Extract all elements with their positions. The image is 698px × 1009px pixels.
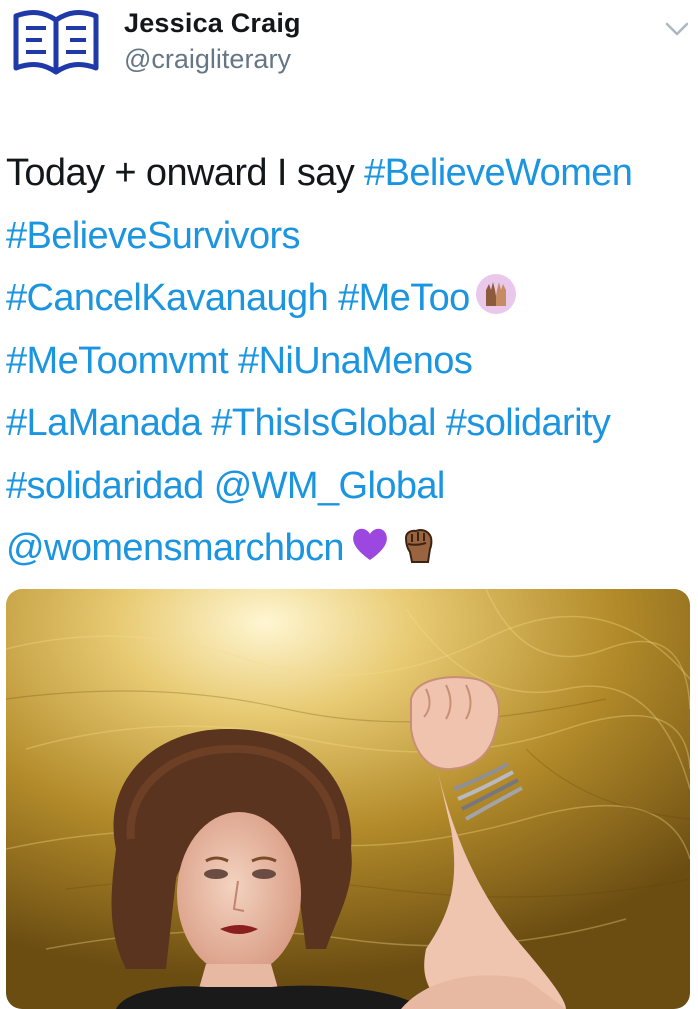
tweet-text-segment: [328, 277, 338, 319]
tweet-menu-button[interactable]: [664, 18, 690, 40]
tweet-text-segment: [436, 402, 446, 444]
open-book-icon: [13, 10, 99, 75]
tweet-line: Today + onward I say #BelieveWomen: [6, 142, 696, 205]
raised-fist-icon: [404, 529, 433, 563]
display-name[interactable]: Jessica Craig: [124, 8, 301, 39]
mention-link[interactable]: @womensmarchbcn: [6, 527, 345, 569]
hashtag-link[interactable]: #MeToomvmt: [6, 340, 229, 382]
tweet-photo[interactable]: [6, 589, 690, 1009]
avatar[interactable]: [10, 6, 102, 78]
tweet-line: #LaManada #ThisIsGlobal #solidarity: [6, 392, 696, 455]
tweet-text-segment: [204, 465, 214, 507]
hashtag-link[interactable]: #BelieveSurvivors: [6, 215, 301, 257]
hashtag-link[interactable]: #solidarity: [446, 402, 611, 444]
hashtag-link[interactable]: #NiUnaMenos: [238, 340, 473, 382]
hashtag-link[interactable]: #LaManada: [6, 402, 202, 444]
tweet-text-segment: [201, 402, 211, 444]
purple-heart-icon: [353, 528, 387, 560]
user-handle[interactable]: @craigliterary: [124, 44, 291, 75]
hashtag-link[interactable]: #solidaridad: [6, 465, 204, 507]
tweet-text-segment: [228, 340, 238, 382]
raised-hands-icon: [475, 274, 516, 314]
tweet-line: #solidaridad @WM_Global: [6, 455, 696, 518]
woman-raised-fist-photo: [6, 589, 690, 1009]
chevron-down-icon: [665, 22, 689, 36]
tweet-text: Today + onward I say #BelieveWomen #Belie…: [6, 142, 696, 580]
hashtag-link[interactable]: #CancelKavanaugh: [6, 277, 329, 319]
hashtag-link[interactable]: #MeToo: [338, 277, 470, 319]
tweet-text-segment: Today + onward I say: [6, 152, 365, 194]
tweet-line: @womensmarchbcn: [6, 517, 696, 580]
tweet-line: #CancelKavanaugh #MeToo: [6, 267, 696, 330]
tweet-line: #BelieveSurvivors: [6, 205, 696, 268]
tweet-header: Jessica Craig @craigliterary: [0, 0, 698, 95]
tweet-line: #MeToomvmt #NiUnaMenos: [6, 330, 696, 393]
mention-link[interactable]: @WM_Global: [214, 465, 446, 507]
hashtag-link[interactable]: #ThisIsGlobal: [211, 402, 436, 444]
hashtag-link[interactable]: #BelieveWomen: [364, 152, 633, 194]
